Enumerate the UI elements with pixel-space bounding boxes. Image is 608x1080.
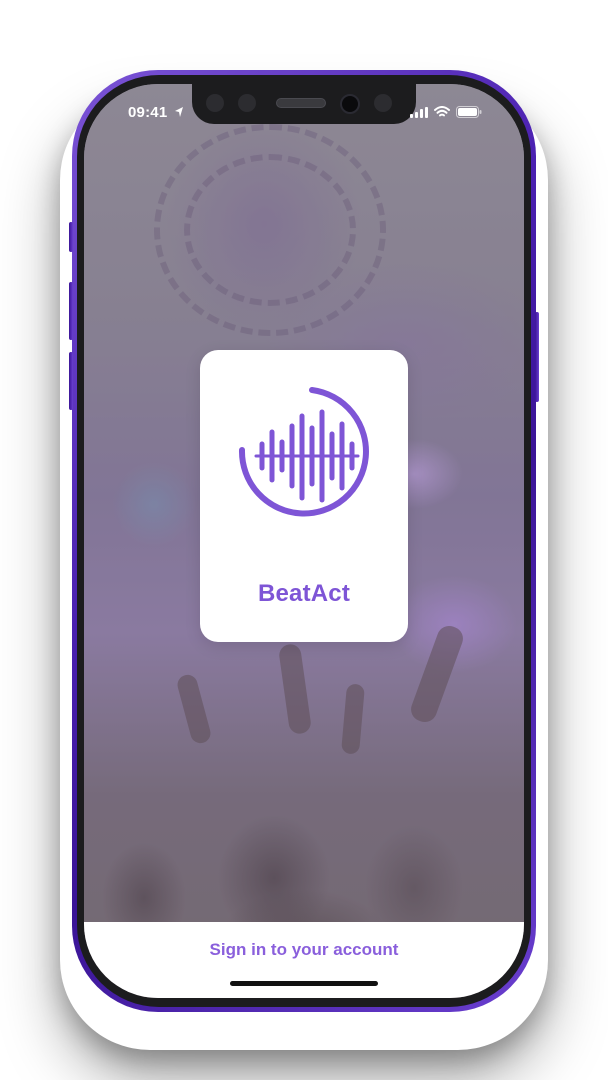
- status-time: 09:41: [128, 104, 168, 121]
- side-button-silent: [69, 222, 73, 252]
- sign-in-link[interactable]: Sign in to your account: [84, 940, 524, 960]
- sensor-dot: [374, 94, 392, 112]
- stage: 09:41 BeatAct Sign in to your account: [0, 0, 608, 1080]
- home-indicator[interactable]: [230, 981, 378, 986]
- phone-screen: 09:41 BeatAct Sign in to your account: [84, 84, 524, 998]
- wifi-icon: [434, 106, 450, 117]
- cellular-signal-icon: [410, 106, 428, 118]
- location-arrow-icon: [175, 107, 183, 117]
- earpiece-speaker: [276, 98, 326, 108]
- sensor-dot: [206, 94, 224, 112]
- side-button-power: [535, 312, 539, 402]
- battery-icon: [456, 106, 482, 118]
- side-button-volume-down: [69, 352, 73, 410]
- sensor-dot: [238, 94, 256, 112]
- app-logo-card: BeatAct: [200, 350, 408, 642]
- sound-wave-circle-icon: [238, 387, 369, 517]
- status-indicators: [410, 106, 482, 118]
- app-name: BeatAct: [257, 580, 351, 607]
- side-button-volume-up: [69, 282, 73, 340]
- notch: [192, 84, 416, 124]
- bottom-sheet: Sign in to your account: [84, 922, 524, 998]
- front-camera: [340, 94, 360, 114]
